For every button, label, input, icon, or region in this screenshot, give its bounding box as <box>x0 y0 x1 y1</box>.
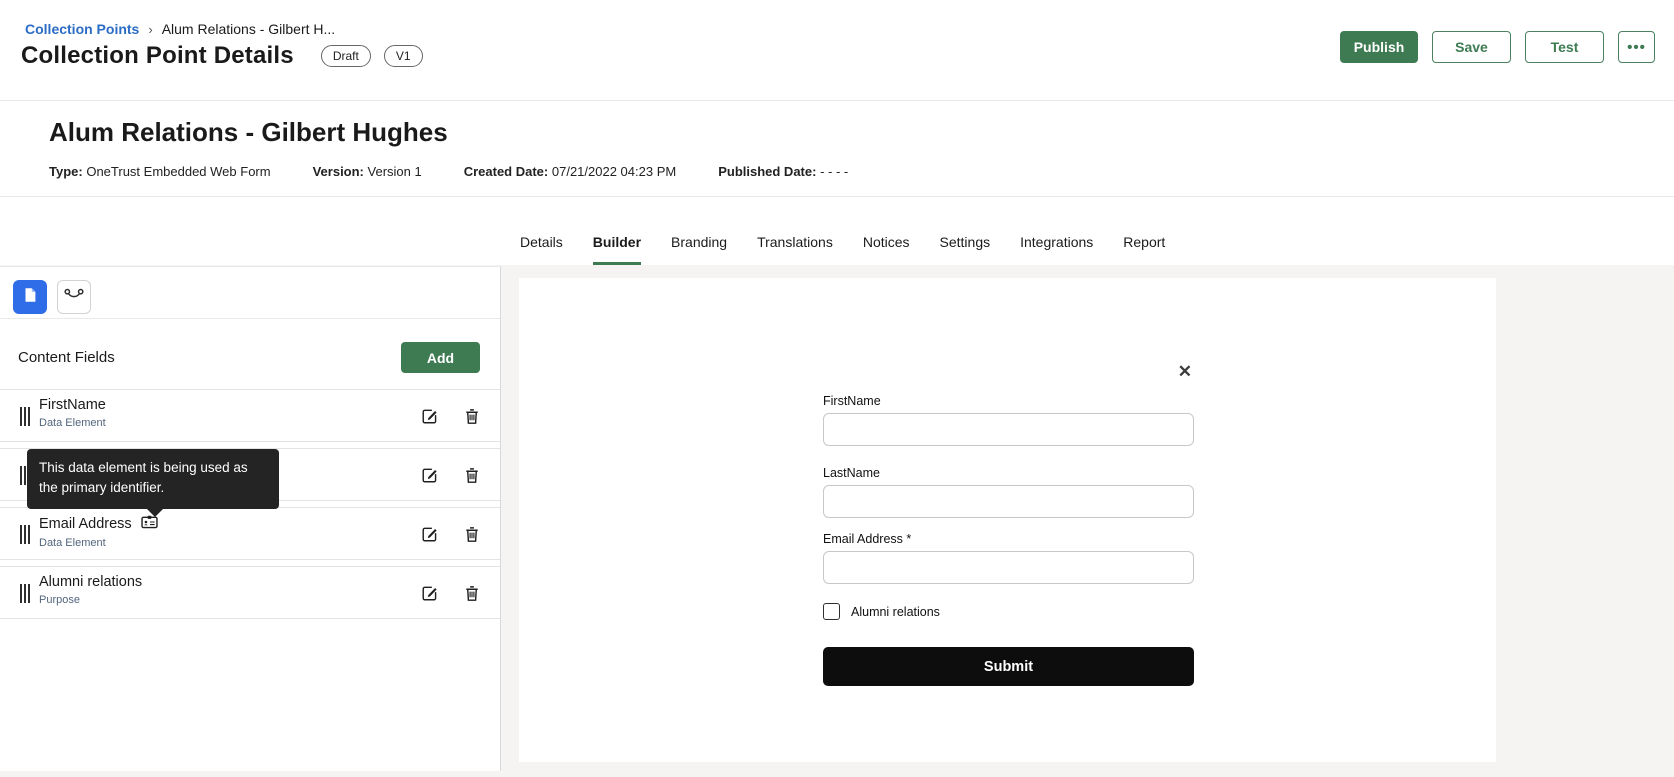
add-field-button[interactable]: Add <box>401 342 480 373</box>
content-fields-panel: Content Fields Add FirstName Data Elemen… <box>0 266 501 771</box>
drag-handle-icon[interactable] <box>20 525 30 544</box>
primary-identifier-tooltip: This data element is being used as the p… <box>27 449 279 517</box>
primary-identifier-badge-icon <box>141 515 158 533</box>
version-badge: V1 <box>383 45 423 67</box>
collection-point-name: Alum Relations - Gilbert Hughes <box>49 117 448 147</box>
tabs: Details Builder Branding Translations No… <box>520 234 1165 265</box>
edit-icon[interactable] <box>419 583 439 603</box>
form-fields-mode-button[interactable] <box>13 280 47 314</box>
submit-button[interactable]: Submit <box>823 647 1194 686</box>
field-subtitle: Data Element <box>39 417 106 429</box>
delete-icon[interactable] <box>462 524 482 544</box>
title-row: Collection Point Details Draft V1 <box>21 42 423 70</box>
more-actions-button[interactable]: ••• <box>1618 31 1655 63</box>
checkbox-icon[interactable] <box>823 603 840 620</box>
edit-icon[interactable] <box>419 465 439 485</box>
logic-mode-button[interactable] <box>57 280 91 314</box>
field-label: LastName <box>823 466 880 480</box>
tab-settings[interactable]: Settings <box>940 234 991 265</box>
field-subtitle: Purpose <box>39 594 80 606</box>
breadcrumb-current: Alum Relations - Gilbert H... <box>161 21 336 37</box>
edit-icon[interactable] <box>419 406 439 426</box>
breadcrumb-separator: › <box>148 21 153 37</box>
logic-branch-icon <box>64 287 84 308</box>
preview-field-lastname: LastName <box>823 466 1194 518</box>
tab-bar: Details Builder Branding Translations No… <box>0 197 1674 265</box>
save-button[interactable]: Save <box>1432 31 1511 63</box>
delete-icon[interactable] <box>462 406 482 426</box>
tab-report[interactable]: Report <box>1123 234 1165 265</box>
tab-branding[interactable]: Branding <box>671 234 727 265</box>
panel-divider <box>0 318 500 319</box>
field-title: FirstName <box>39 397 106 413</box>
builder-mode-toggles <box>13 280 91 314</box>
tab-integrations[interactable]: Integrations <box>1020 234 1093 265</box>
breadcrumb-collection-points-link[interactable]: Collection Points <box>25 21 139 37</box>
tab-details[interactable]: Details <box>520 234 563 265</box>
drag-handle-icon[interactable] <box>20 584 30 603</box>
page-header: Collection Points › Alum Relations - Gil… <box>0 0 1674 101</box>
email-input[interactable] <box>823 551 1194 584</box>
preview-field-firstname: FirstName <box>823 394 1194 446</box>
meta-created-date: Created Date: 07/21/2022 04:23 PM <box>463 164 677 179</box>
header-actions: Publish Save Test ••• <box>1340 31 1655 63</box>
delete-icon[interactable] <box>462 465 482 485</box>
preview-field-email: Email Address * <box>823 532 1194 584</box>
form-page-icon <box>21 286 39 309</box>
checkbox-label: Alumni relations <box>851 604 940 619</box>
collection-point-info: Alum Relations - Gilbert Hughes Type: On… <box>0 101 1674 197</box>
tooltip-arrow <box>146 507 164 517</box>
alumni-relations-checkbox-row[interactable]: Alumni relations <box>823 603 940 620</box>
close-icon[interactable]: ✕ <box>1178 363 1192 380</box>
meta-version: Version: Version 1 <box>312 164 422 179</box>
meta-published-date: Published Date: - - - - <box>718 164 849 179</box>
form-preview-card: ✕ FirstName LastName Email Address * Alu… <box>519 278 1496 762</box>
tab-notices[interactable]: Notices <box>863 234 910 265</box>
tab-builder[interactable]: Builder <box>592 234 642 265</box>
publish-button[interactable]: Publish <box>1340 31 1418 63</box>
delete-icon[interactable] <box>462 583 482 603</box>
field-row-firstname[interactable]: FirstName Data Element <box>0 389 500 442</box>
content-fields-heading: Content Fields <box>18 349 115 366</box>
field-row-alumni-relations[interactable]: Alumni relations Purpose <box>0 566 500 619</box>
badges: Draft V1 <box>320 45 423 67</box>
field-row-email-address[interactable]: Email Address Data Element <box>0 507 500 560</box>
status-badge-draft: Draft <box>320 45 371 67</box>
meta-row: Type: OneTrust Embedded Web Form Version… <box>49 164 848 179</box>
field-title: Email Address <box>39 516 132 532</box>
meta-type: Type: OneTrust Embedded Web Form <box>49 164 271 179</box>
test-button[interactable]: Test <box>1525 31 1604 63</box>
field-title: Alumni relations <box>39 574 143 590</box>
firstname-input[interactable] <box>823 413 1194 446</box>
collection-point-details-page: Collection Points › Alum Relations - Gil… <box>0 0 1674 777</box>
page-title: Collection Point Details <box>21 42 294 69</box>
field-subtitle: Data Element <box>39 537 106 549</box>
breadcrumb: Collection Points › Alum Relations - Gil… <box>25 21 335 37</box>
edit-icon[interactable] <box>419 524 439 544</box>
builder-main: Content Fields Add FirstName Data Elemen… <box>0 265 1674 777</box>
drag-handle-icon[interactable] <box>20 407 30 426</box>
field-label: Email Address * <box>823 532 912 546</box>
lastname-input[interactable] <box>823 485 1194 518</box>
tab-translations[interactable]: Translations <box>757 234 833 265</box>
field-label: FirstName <box>823 394 881 408</box>
